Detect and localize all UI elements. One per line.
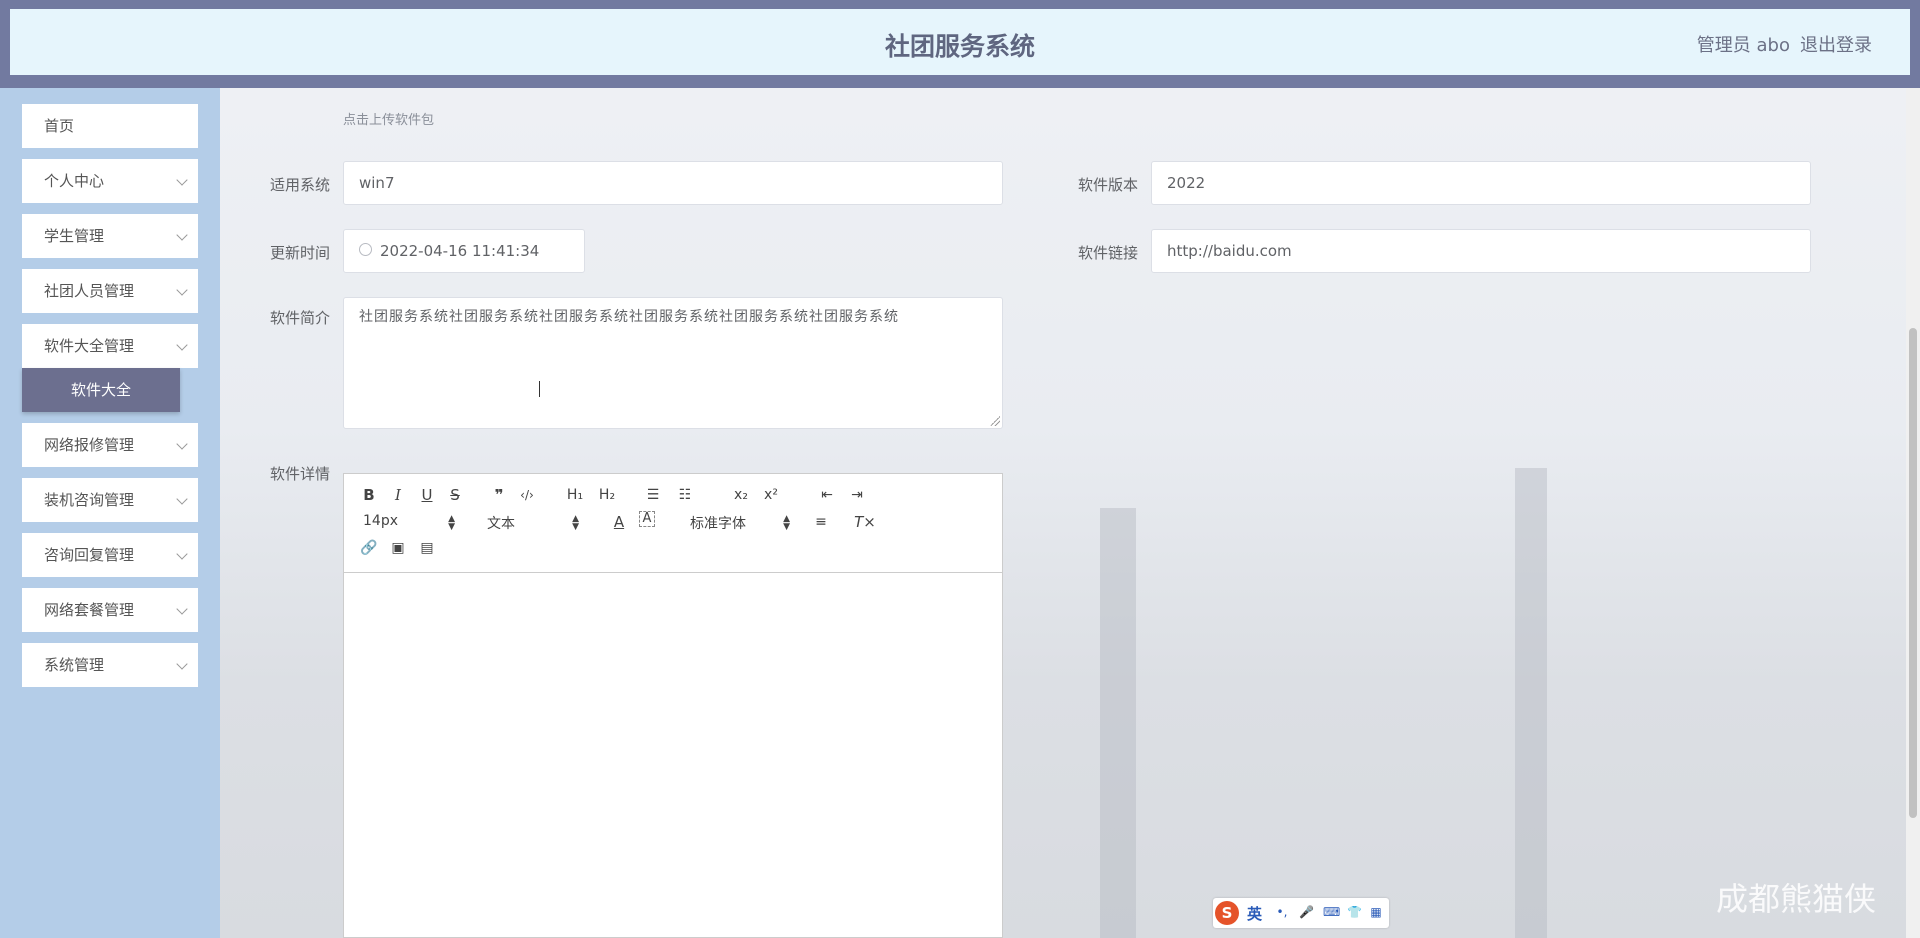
video-icon[interactable]: ▤ — [416, 537, 438, 559]
background-post — [1515, 468, 1547, 938]
chevron-down-icon — [176, 493, 188, 505]
sidebar-subitem-software[interactable]: 软件大全 — [22, 368, 180, 412]
sidebar: 首页 个人中心 学生管理 社团人员管理 软件大全管理 软件大全 网络报修管理 装… — [0, 88, 220, 938]
sidebar-item-personal[interactable]: 个人中心 — [22, 159, 198, 203]
sidebar-item-system[interactable]: 系统管理 — [22, 643, 198, 687]
chevron-down-icon — [176, 603, 188, 615]
h1-icon[interactable]: H₁ — [564, 484, 586, 506]
rich-text-editor[interactable]: B I U S ❞ ‹/› H₁ H₂ ☰ ☷ x₂ x² ⇤ ⇥ 14px ▲… — [343, 473, 1003, 938]
align-icon[interactable]: ≡ — [810, 511, 832, 533]
intro-label: 软件简介 — [269, 309, 330, 327]
chevron-down-icon — [176, 658, 188, 670]
sogou-logo-icon: S — [1215, 901, 1239, 925]
chevron-down-icon — [176, 438, 188, 450]
underline-icon[interactable]: U — [416, 484, 438, 506]
current-user: 管理员 abo — [1696, 35, 1790, 56]
indent-icon[interactable]: ⇥ — [846, 484, 868, 506]
microphone-icon[interactable]: 🎤 — [1299, 905, 1314, 919]
sidebar-item-install[interactable]: 装机咨询管理 — [22, 478, 198, 522]
link-label: 软件链接 — [1077, 244, 1138, 262]
bullet-list-icon[interactable]: ☷ — [674, 484, 696, 506]
intro-textarea[interactable]: 社团服务系统社团服务系统社团服务系统社团服务系统社团服务系统社团服务系统 — [343, 297, 1003, 429]
font-color-icon[interactable]: A — [608, 511, 630, 533]
ime-language[interactable]: 英 — [1247, 903, 1262, 924]
text-cursor-icon — [537, 381, 543, 397]
header: 社团服务系统 管理员 abo 退出登录 — [10, 9, 1910, 75]
bold-icon[interactable]: B — [358, 484, 380, 506]
scrollbar[interactable] — [1906, 88, 1920, 938]
outdent-icon[interactable]: ⇤ — [816, 484, 838, 506]
page-title: 社团服务系统 — [884, 32, 1035, 61]
keyboard-icon[interactable]: ⌨ — [1323, 905, 1340, 919]
logout-button[interactable]: 退出登录 — [1800, 31, 1872, 57]
superscript-icon[interactable]: x² — [760, 484, 782, 506]
link-input[interactable]: http://baidu.com — [1151, 229, 1811, 273]
update-time-picker[interactable]: 2022-04-16 11:41:34 — [343, 229, 585, 273]
clock-icon — [359, 243, 372, 256]
version-label: 软件版本 — [1077, 176, 1138, 194]
toolbox-icon[interactable]: ▦ — [1369, 905, 1383, 919]
punctuation-icon[interactable]: •, — [1275, 905, 1289, 919]
system-input[interactable]: win7 — [343, 161, 1003, 205]
code-icon[interactable]: ‹/› — [516, 484, 538, 506]
watermark: 成都熊猫侠 — [1715, 880, 1876, 918]
chevron-down-icon — [176, 284, 188, 296]
resize-handle[interactable] — [990, 416, 1000, 426]
blockquote-icon[interactable]: ❞ — [488, 484, 510, 506]
upload-hint[interactable]: 点击上传软件包 — [343, 109, 434, 128]
skin-icon[interactable]: 👕 — [1347, 905, 1362, 919]
link-icon[interactable]: 🔗 — [358, 537, 380, 559]
subscript-icon[interactable]: x₂ — [730, 484, 752, 506]
chevron-down-icon — [176, 548, 188, 560]
detail-label: 软件详情 — [269, 465, 330, 483]
update-time-label: 更新时间 — [269, 244, 330, 262]
background-post — [1100, 508, 1136, 938]
h2-icon[interactable]: H₂ — [596, 484, 618, 506]
sidebar-item-package[interactable]: 网络套餐管理 — [22, 588, 198, 632]
select-arrow-icon: ▲ ▼ — [783, 514, 790, 532]
select-arrow-icon: ▲ ▼ — [572, 514, 579, 532]
chevron-down-icon — [176, 339, 188, 351]
strike-icon[interactable]: S — [444, 484, 466, 506]
ime-toolbar[interactable]: S 英 •, 🎤 ⌨ 👕 ▦ — [1213, 898, 1389, 928]
font-size-select[interactable]: 14px ▲ ▼ — [363, 513, 455, 532]
clear-format-icon[interactable]: T× — [854, 511, 876, 533]
scroll-thumb[interactable] — [1909, 328, 1917, 818]
ordered-list-icon[interactable]: ☰ — [642, 484, 664, 506]
version-input[interactable]: 2022 — [1151, 161, 1811, 205]
italic-icon[interactable]: I — [387, 484, 409, 506]
sidebar-item-students[interactable]: 学生管理 — [22, 214, 198, 258]
sidebar-item-reply[interactable]: 咨询回复管理 — [22, 533, 198, 577]
font-family-select[interactable]: 标准字体 ▲ ▼ — [690, 513, 790, 533]
select-arrow-icon: ▲ ▼ — [448, 514, 455, 532]
system-label: 适用系统 — [269, 176, 330, 194]
chevron-down-icon — [176, 229, 188, 241]
heading-select[interactable]: 文本 ▲ ▼ — [487, 513, 579, 533]
chevron-down-icon — [176, 174, 188, 186]
editor-toolbar: B I U S ❞ ‹/› H₁ H₂ ☰ ☷ x₂ x² ⇤ ⇥ 14px ▲… — [344, 474, 1002, 573]
sidebar-item-repair[interactable]: 网络报修管理 — [22, 423, 198, 467]
sidebar-item-home[interactable]: 首页 — [22, 104, 198, 148]
image-icon[interactable]: ▣ — [387, 537, 409, 559]
background-color-icon[interactable]: A — [639, 511, 655, 527]
sidebar-item-software[interactable]: 软件大全管理 — [22, 324, 198, 368]
sidebar-item-members[interactable]: 社团人员管理 — [22, 269, 198, 313]
